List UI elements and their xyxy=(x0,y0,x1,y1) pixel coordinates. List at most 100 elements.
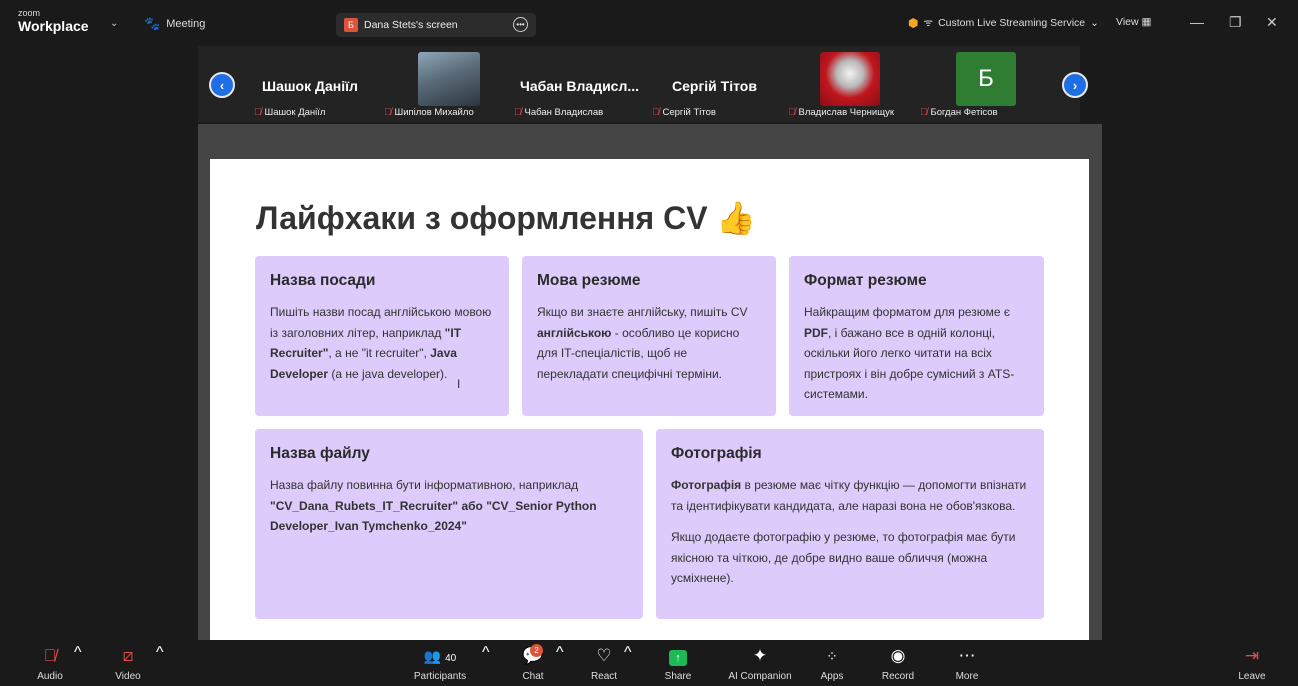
participants-icon: 👥 40 xyxy=(423,648,457,664)
restore-icon[interactable]: ❐ xyxy=(1229,14,1242,31)
react-button[interactable]: ♡ React xyxy=(586,644,622,684)
participant-label: 🎙̸ Сергій Тітов xyxy=(652,107,716,118)
leave-button[interactable]: ⇥ Leave xyxy=(1234,644,1270,684)
meeting-menu[interactable]: 🐾 Meeting xyxy=(144,16,205,32)
participant-label: 🎙̸ Владислав Чернищук xyxy=(788,107,894,118)
streaming-menu[interactable]: ⬢ ᯤ Custom Live Streaming Service ⌄ xyxy=(908,16,1099,30)
screen-share-label: Dana Stets's screen xyxy=(364,19,458,31)
chat-button[interactable]: 💬 2 Chat xyxy=(516,644,550,684)
zoom-logo: zoom Workplace xyxy=(18,8,89,34)
participants-caret[interactable]: ^ xyxy=(482,644,490,684)
mic-muted-icon: 🎙̸ xyxy=(514,107,522,118)
meeting-label: Meeting xyxy=(166,18,206,30)
card-heading: Назва посади xyxy=(270,272,376,289)
participant-label: 🎙̸ Богдан Фетісов xyxy=(920,107,998,118)
share-button[interactable]: ↑ Share xyxy=(660,644,696,684)
exit-icon: ⇥ xyxy=(1244,646,1260,665)
slide-title: Лайфхаки з оформлення CV 👍 xyxy=(256,200,757,236)
card-heading: Фотографія xyxy=(671,445,762,462)
record-button[interactable]: ◉ Record xyxy=(876,644,920,684)
mic-muted-icon: 🎙̸ xyxy=(384,107,392,118)
card-text: Якщо ви знаєте англійську, пишіть CV анг… xyxy=(537,305,748,381)
record-label: Record xyxy=(881,671,915,682)
view-label: View xyxy=(1116,16,1139,28)
next-page-button[interactable]: › xyxy=(1062,72,1088,98)
top-bar: zoom Workplace ⌄ 🐾 Meeting Б Dana Stets'… xyxy=(0,0,1298,44)
audio-options-caret[interactable]: ^ xyxy=(74,644,82,684)
participant-display-name: Шашок Даніїл xyxy=(262,78,358,94)
video-button[interactable]: ⧄ Video xyxy=(106,644,150,684)
participant-name: Владислав Чернищук xyxy=(798,107,895,118)
ai-companion-label: AI Companion xyxy=(728,671,792,682)
card-heading: Мова резюме xyxy=(537,272,641,289)
logo-small: zoom xyxy=(18,8,41,18)
mic-muted-icon: 🎙̸ xyxy=(254,107,262,118)
audio-label: Audio xyxy=(37,671,63,682)
leave-label: Leave xyxy=(1238,671,1266,682)
share-label: Share xyxy=(664,671,692,682)
share-icon: ↑ xyxy=(660,644,696,668)
participant-photo xyxy=(418,52,480,106)
mic-muted-icon: 🎙̸ xyxy=(43,646,57,665)
mic-muted-icon: 🎙̸ xyxy=(920,107,928,118)
participant-label: 🎙̸ Шипілов Михайло xyxy=(384,107,474,118)
participant-photo xyxy=(820,52,880,106)
card-text: Назва файлу повинна бути інформативною, … xyxy=(270,478,597,533)
video-label: Video xyxy=(115,671,141,682)
participant-tile[interactable]: 🎙̸ Владислав Чернищук xyxy=(788,50,916,122)
participant-name: Богдан Фетісов xyxy=(930,107,998,118)
chevron-right-icon: › xyxy=(1072,77,1078,93)
chat-caret[interactable]: ^ xyxy=(556,644,564,684)
participant-label: 🎙̸ Шашок Даніїл xyxy=(254,107,325,118)
card-heading: Назва файлу xyxy=(270,445,370,462)
card-text: Найкращим форматом для резюме є PDF, і б… xyxy=(804,305,1015,401)
more-options-icon[interactable]: ••• xyxy=(513,17,528,32)
participant-name: Чабан Владислав xyxy=(524,107,604,118)
mic-muted-icon: 🎙̸ xyxy=(788,107,796,118)
participants-button[interactable]: 👥 40 Participants xyxy=(410,644,470,684)
prev-page-button[interactable]: ‹ xyxy=(209,72,235,98)
apps-label: Apps xyxy=(820,671,844,682)
tip-card: Назва посади Пишіть назви посад англійськ… xyxy=(255,256,509,416)
more-label: More xyxy=(955,671,979,682)
chevron-down-icon: ⌄ xyxy=(1090,17,1099,29)
more-button[interactable]: ⋯ More xyxy=(948,644,986,684)
broadcast-icon: ᯤ xyxy=(923,17,934,29)
participant-name: Шипілов Михайло xyxy=(394,107,474,118)
participant-label: 🎙̸ Чабан Владислав xyxy=(514,107,603,118)
participant-tile[interactable]: Б 🎙̸ Богдан Фетісов xyxy=(920,50,1048,122)
video-off-icon: ⧄ xyxy=(122,646,134,665)
screen-share-pill[interactable]: Б Dana Stets's screen ••• xyxy=(336,13,536,37)
react-label: React xyxy=(590,671,618,682)
participant-tile[interactable]: Сергій Тітов 🎙̸ Сергій Тітов xyxy=(652,50,780,122)
minimize-icon[interactable]: — xyxy=(1190,14,1204,30)
video-options-caret[interactable]: ^ xyxy=(156,644,164,684)
participant-tile[interactable]: Шашок Даніїл 🎙̸ Шашок Даніїл xyxy=(254,50,382,122)
tip-card: Фотографія Фотографія в резюме має чітку … xyxy=(656,429,1044,619)
participants-count: 40 xyxy=(445,653,457,664)
card-heading: Формат резюме xyxy=(804,272,927,289)
presentation-slide: Лайфхаки з оформлення CV 👍 Назва посади П… xyxy=(210,159,1089,640)
participants-label: Participants xyxy=(413,671,467,682)
ai-companion-button[interactable]: ✦ AI Companion xyxy=(722,644,798,684)
record-icon: ◉ xyxy=(890,646,906,665)
audio-button[interactable]: 🎙̸ Audio xyxy=(30,644,70,684)
tip-card: Формат резюме Найкращим форматом для резю… xyxy=(789,256,1044,416)
participant-tile[interactable]: Чабан Владисл... 🎙̸ Чабан Владислав xyxy=(514,50,642,122)
view-menu[interactable]: View ▦ xyxy=(1116,16,1151,28)
apps-icon: ⁘ xyxy=(826,648,838,664)
mic-muted-icon: 🎙̸ xyxy=(652,107,660,118)
participant-display-name: Сергій Тітов xyxy=(672,78,757,94)
react-caret[interactable]: ^ xyxy=(624,644,632,684)
participant-tile[interactable]: 🎙̸ Шипілов Михайло xyxy=(384,50,512,122)
sharer-badge: Б xyxy=(344,18,358,32)
shield-icon: ⬢ xyxy=(908,16,919,30)
card-text: Пишіть назви посад англійською мовою із … xyxy=(270,305,492,381)
chat-badge: 2 xyxy=(530,644,543,657)
chat-label: Chat xyxy=(522,671,544,682)
chevron-down-icon[interactable]: ⌄ xyxy=(110,18,118,29)
card-text: Якщо додаєте фотографію у резюме, то фот… xyxy=(671,530,1016,585)
close-icon[interactable]: ✕ xyxy=(1266,14,1278,31)
grid-icon: ▦ xyxy=(1141,16,1152,28)
apps-button[interactable]: ⁘ Apps xyxy=(812,644,852,684)
